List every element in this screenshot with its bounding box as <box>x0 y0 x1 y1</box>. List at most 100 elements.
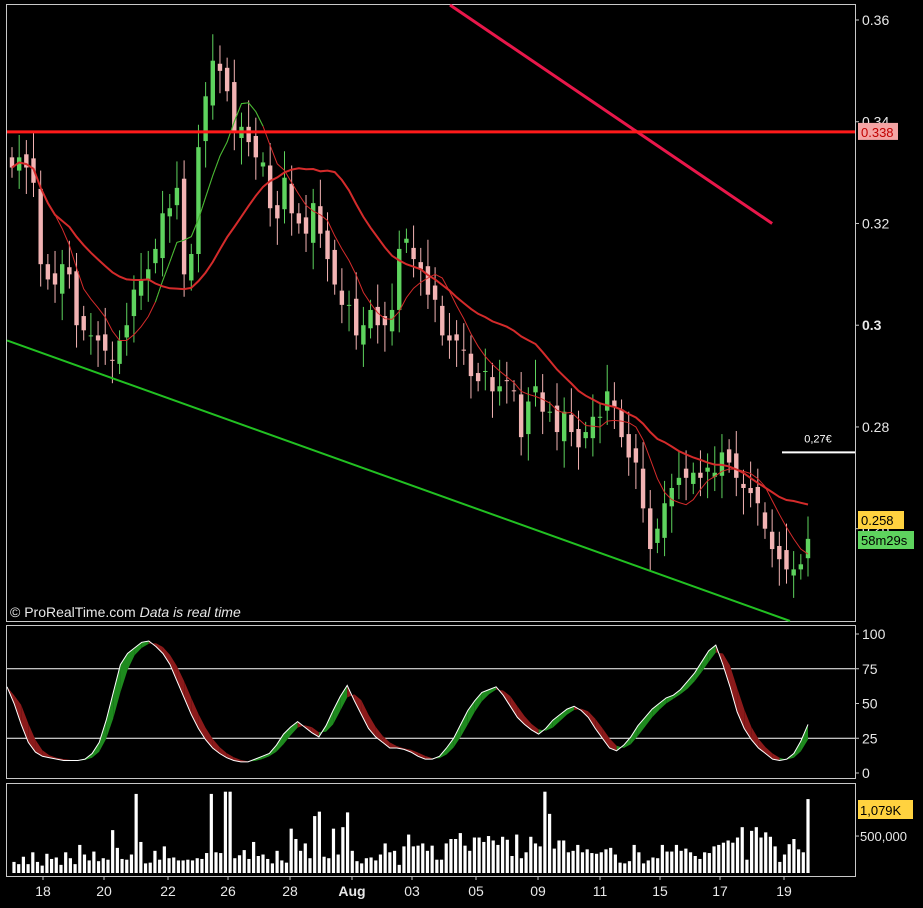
candle-body <box>210 60 215 106</box>
candle-body <box>339 290 345 305</box>
candle-body <box>726 449 732 463</box>
candle-body <box>590 416 596 439</box>
volume-bar <box>397 864 401 873</box>
candle-body <box>167 208 172 217</box>
volume-bar <box>242 850 246 873</box>
volume-bar <box>641 863 646 873</box>
volume-bar <box>806 799 810 873</box>
date-tick-label: 28 <box>282 883 298 899</box>
candle-body <box>626 434 631 458</box>
volume-bar <box>674 844 679 873</box>
candle-body <box>397 248 402 310</box>
volume-bar <box>26 864 30 873</box>
candle-body <box>497 386 502 392</box>
volume-bar <box>594 853 599 873</box>
candle-body <box>404 238 409 243</box>
volume-bar <box>252 841 256 873</box>
volume-bar <box>209 793 213 873</box>
price-tick-label: 0.36 <box>862 12 889 28</box>
volume-bar <box>195 858 199 873</box>
candle-body <box>361 325 366 345</box>
volume-bar <box>458 833 462 873</box>
volume-bar <box>707 853 711 873</box>
volume-bar <box>745 859 749 873</box>
volume-bar <box>360 863 364 873</box>
candle-body <box>533 386 538 393</box>
candle-body <box>325 230 330 260</box>
watermark-status: Data is real time <box>139 604 241 620</box>
volume-bar <box>590 853 594 873</box>
volume-bar <box>468 850 472 873</box>
volume-bar <box>721 842 726 873</box>
volume-bar <box>679 850 683 873</box>
volume-bar <box>435 859 439 873</box>
volume-bar <box>308 858 312 873</box>
volume-bar <box>153 850 157 873</box>
volume-bar <box>566 852 570 873</box>
candle-body <box>619 409 624 438</box>
stochastic-fill-segment <box>659 697 667 710</box>
candle-body <box>153 248 158 264</box>
date-tick-label: 18 <box>35 883 51 899</box>
moving-average-long <box>11 161 809 506</box>
candle-body <box>526 401 531 435</box>
volume-bar <box>101 858 105 873</box>
stochastic-fill-segment <box>21 704 29 743</box>
volume-bar <box>92 851 96 873</box>
volume-bar <box>284 862 289 873</box>
date-tick-label: 03 <box>404 883 420 899</box>
volume-bar <box>298 850 303 873</box>
candle-body <box>669 488 674 507</box>
volume-bar <box>651 857 655 873</box>
stochastic-fill-segment <box>340 685 348 711</box>
stochastic-fill-segment <box>177 666 185 698</box>
volume-bar <box>524 852 528 873</box>
stochastic-fill-segment <box>737 687 745 729</box>
price-tick-label: 0.32 <box>862 215 889 231</box>
volume-bar <box>782 854 787 873</box>
volume-bar <box>726 840 730 873</box>
stochastic-fill-segment <box>722 653 730 687</box>
volume-bar <box>35 861 40 873</box>
volume-bar <box>162 846 166 873</box>
candle-body <box>432 285 438 300</box>
date-tick-label: 09 <box>530 883 546 899</box>
volume-bar <box>543 791 547 873</box>
volume-bar <box>294 839 298 873</box>
stochastic-tick-label: 0 <box>862 765 870 781</box>
volume-bar <box>200 858 204 873</box>
candle-body <box>160 213 165 259</box>
volume-bar <box>12 861 16 873</box>
candle-body <box>798 564 804 570</box>
candle-body <box>597 416 603 418</box>
volume-bar <box>637 852 641 873</box>
candle-body <box>203 96 208 142</box>
stochastic-fill-segment <box>467 700 475 725</box>
lower-trendline <box>6 339 791 622</box>
candle-body <box>67 267 72 275</box>
volume-bar <box>768 836 773 873</box>
date-tick-label: Aug <box>338 883 365 899</box>
volume-bar <box>698 858 702 873</box>
candle-body <box>518 394 524 438</box>
date-tick-label: 19 <box>776 883 792 899</box>
candle-body <box>769 531 775 550</box>
candle-body <box>698 472 703 478</box>
volume-bar <box>482 841 486 873</box>
volume-bar <box>313 816 317 873</box>
volume-bar <box>801 852 805 873</box>
volume-bar <box>317 811 321 873</box>
volume-bar <box>31 852 35 873</box>
volume-bar <box>388 852 392 873</box>
volume-last-label: 1,079K <box>860 803 902 818</box>
volume-bar <box>552 848 556 873</box>
volume-bar <box>303 843 307 873</box>
candle-body <box>354 298 359 336</box>
candle-body <box>224 67 230 92</box>
candle-body <box>59 264 65 294</box>
volume-bar <box>703 852 707 873</box>
candle-body <box>246 126 251 143</box>
candle-body <box>576 428 581 448</box>
volume-bar <box>96 861 101 873</box>
candle-body <box>461 349 466 351</box>
